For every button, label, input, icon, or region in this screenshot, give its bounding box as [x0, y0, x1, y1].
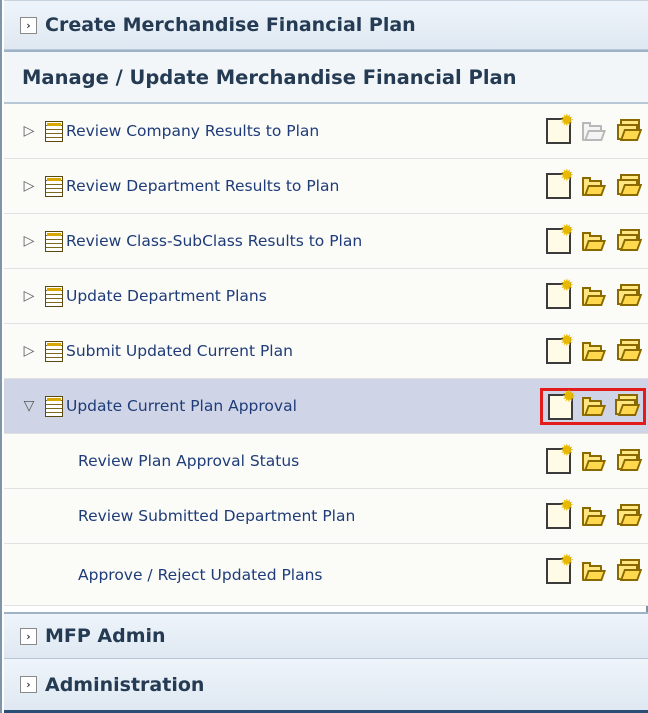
new-workbook-icon[interactable] [546, 278, 574, 309]
subtask-label[interactable]: Review Plan Approval Status [78, 452, 299, 470]
new-workbook-icon[interactable] [546, 168, 574, 199]
expand-arrow-icon[interactable]: ▷ [18, 178, 40, 194]
task-list-icon [45, 395, 63, 417]
open-workbook-icon[interactable] [580, 338, 607, 365]
task-list-icon [45, 285, 63, 307]
new-workbook-icon[interactable] [546, 333, 574, 364]
task-row-review-department[interactable]: ▷ Review Department Results to Plan [4, 159, 648, 214]
open-multiple-workbooks-icon[interactable] [615, 338, 643, 365]
task-list-icon [45, 230, 63, 252]
section-administration[interactable]: › Administration [4, 659, 648, 713]
task-row-update-current-plan-approval[interactable]: ▽ Update Current Plan Approval [4, 379, 648, 434]
highlighted-task-actions [540, 388, 646, 425]
open-workbook-icon[interactable] [580, 228, 607, 255]
subtask-row-review-submitted-plan[interactable]: Review Submitted Department Plan [4, 489, 648, 544]
open-workbook-icon[interactable] [580, 393, 607, 420]
task-row-review-company[interactable]: ▷ Review Company Results to Plan [4, 104, 648, 159]
open-multiple-workbooks-icon[interactable] [615, 228, 643, 255]
open-workbook-icon[interactable] [580, 283, 607, 310]
new-workbook-icon[interactable] [546, 553, 574, 584]
new-workbook-icon[interactable] [546, 443, 574, 474]
expand-arrow-icon[interactable]: ▷ [18, 123, 40, 139]
task-list-icon [45, 340, 63, 362]
open-multiple-workbooks-icon[interactable] [615, 448, 643, 475]
open-workbook-icon[interactable] [580, 558, 607, 585]
section-mfp-admin[interactable]: › MFP Admin [4, 612, 648, 659]
task-row-review-class-subclass[interactable]: ▷ Review Class-SubClass Results to Plan [4, 214, 648, 269]
task-row-update-department-plans[interactable]: ▷ Update Department Plans [4, 269, 648, 324]
new-workbook-icon[interactable] [546, 498, 574, 529]
task-actions [540, 278, 646, 312]
task-navigation-panel: › Create Merchandise Financial Plan Mana… [0, 0, 648, 713]
task-actions [540, 498, 646, 532]
section-create-mfp[interactable]: › Create Merchandise Financial Plan [4, 0, 648, 50]
open-multiple-workbooks-icon[interactable] [615, 558, 643, 585]
subtask-row-review-approval-status[interactable]: Review Plan Approval Status [4, 434, 648, 489]
task-actions [540, 333, 646, 367]
open-workbook-icon[interactable] [580, 448, 607, 475]
section-title[interactable]: MFP Admin [45, 625, 166, 647]
open-multiple-workbooks-icon[interactable] [615, 503, 643, 530]
task-list-icon [45, 120, 63, 142]
chevron-right-icon[interactable]: › [20, 676, 37, 693]
open-multiple-workbooks-icon[interactable] [615, 283, 643, 310]
new-workbook-icon[interactable] [546, 223, 574, 254]
open-multiple-workbooks-icon[interactable] [615, 118, 643, 145]
task-actions [540, 113, 646, 147]
expand-arrow-icon[interactable]: ▷ [18, 343, 40, 359]
task-actions [540, 168, 646, 202]
task-label[interactable]: Review Department Results to Plan [66, 177, 339, 195]
open-workbook-icon[interactable] [580, 173, 607, 200]
section-title[interactable]: Administration [45, 674, 204, 696]
task-actions [540, 553, 646, 587]
task-label[interactable]: Review Class-SubClass Results to Plan [66, 232, 362, 250]
new-workbook-icon[interactable] [546, 113, 574, 144]
task-label[interactable]: Update Department Plans [66, 287, 267, 305]
section-title[interactable]: Create Merchandise Financial Plan [45, 14, 416, 36]
task-list-icon [45, 175, 63, 197]
subtask-label[interactable]: Approve / Reject Updated Plans [78, 566, 323, 584]
new-workbook-icon[interactable] [548, 389, 576, 420]
task-row-submit-updated-plan[interactable]: ▷ Submit Updated Current Plan [4, 324, 648, 379]
collapse-arrow-icon[interactable]: ▽ [18, 398, 40, 414]
task-label[interactable]: Review Company Results to Plan [66, 122, 319, 140]
task-actions [540, 443, 646, 477]
section-title[interactable]: Manage / Update Merchandise Financial Pl… [22, 66, 517, 89]
task-label[interactable]: Update Current Plan Approval [66, 397, 297, 415]
chevron-right-icon[interactable]: › [20, 16, 37, 34]
open-workbook-icon [580, 118, 607, 145]
expand-arrow-icon[interactable]: ▷ [18, 288, 40, 304]
open-multiple-workbooks-icon[interactable] [615, 173, 643, 200]
task-actions [540, 223, 646, 257]
open-multiple-workbooks-icon[interactable] [613, 393, 641, 420]
open-workbook-icon[interactable] [580, 503, 607, 530]
expand-arrow-icon[interactable]: ▷ [18, 233, 40, 249]
section-manage-update-mfp[interactable]: Manage / Update Merchandise Financial Pl… [4, 50, 648, 104]
task-label[interactable]: Submit Updated Current Plan [66, 342, 293, 360]
subtask-label[interactable]: Review Submitted Department Plan [78, 507, 355, 525]
subtask-row-approve-reject[interactable]: Approve / Reject Updated Plans [4, 544, 648, 606]
chevron-right-icon[interactable]: › [20, 627, 37, 645]
